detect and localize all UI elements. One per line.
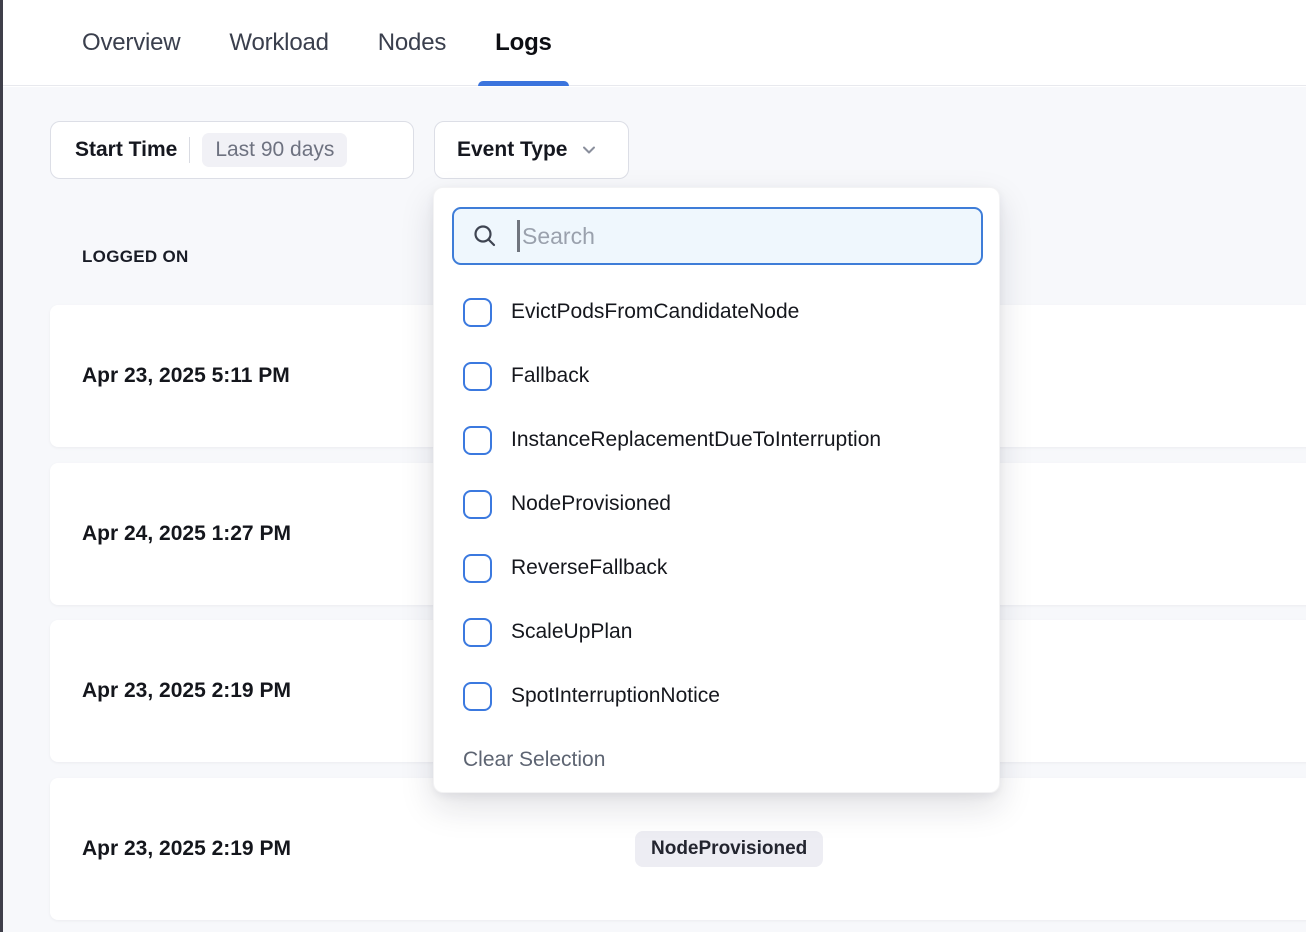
logs-content: Start Time Last 90 days Event Type LOGGE… — [3, 87, 1306, 932]
checkbox[interactable] — [463, 362, 492, 391]
tab-overview-label: Overview — [82, 29, 180, 57]
event-type-badge: NodeProvisioned — [635, 831, 823, 867]
start-time-filter-label: Start Time — [75, 138, 177, 162]
option-label: EvictPodsFromCandidateNode — [511, 300, 799, 324]
start-time-filter[interactable]: Start Time Last 90 days — [50, 121, 414, 179]
event-type-filter-label: Event Type — [457, 138, 567, 162]
event-type-filter[interactable]: Event Type — [434, 121, 629, 179]
search-icon — [471, 222, 499, 250]
logged-on-timestamp: Apr 23, 2025 2:19 PM — [82, 679, 291, 703]
event-type-dropdown: EvictPodsFromCandidateNode Fallback Inst… — [433, 187, 1000, 793]
start-time-filter-value: Last 90 days — [202, 133, 347, 167]
dropdown-option-nodeprovisioned[interactable]: NodeProvisioned — [434, 472, 999, 536]
chevron-down-icon — [579, 140, 599, 160]
column-header-logged-on: LOGGED ON — [82, 247, 189, 267]
tab-logs-label: Logs — [495, 29, 552, 57]
active-tab-indicator — [478, 81, 569, 86]
checkbox[interactable] — [463, 490, 492, 519]
dropdown-option-fallback[interactable]: Fallback — [434, 344, 999, 408]
option-label: SpotInterruptionNotice — [511, 684, 720, 708]
window-edge — [0, 0, 3, 932]
logged-on-timestamp: Apr 24, 2025 1:27 PM — [82, 522, 291, 546]
tab-nodes[interactable]: Nodes — [361, 0, 463, 85]
dropdown-options: EvictPodsFromCandidateNode Fallback Inst… — [434, 280, 999, 728]
tab-workload-label: Workload — [229, 29, 328, 57]
tab-overview[interactable]: Overview — [65, 0, 197, 85]
checkbox[interactable] — [463, 618, 492, 647]
table-row[interactable]: Apr 23, 2025 2:19 PM NodeProvisioned — [50, 778, 1306, 920]
checkbox[interactable] — [463, 554, 492, 583]
tab-workload[interactable]: Workload — [212, 0, 345, 85]
option-label: NodeProvisioned — [511, 492, 671, 516]
dropdown-option-reversefallback[interactable]: ReverseFallback — [434, 536, 999, 600]
option-label: InstanceReplacementDueToInterruption — [511, 428, 881, 452]
option-label: ReverseFallback — [511, 556, 667, 580]
filter-divider — [189, 137, 190, 163]
clear-selection-button[interactable]: Clear Selection — [463, 748, 605, 772]
checkbox[interactable] — [463, 298, 492, 327]
logged-on-timestamp: Apr 23, 2025 5:11 PM — [82, 364, 290, 388]
tab-bar: Overview Workload Nodes Logs — [3, 0, 1306, 86]
checkbox[interactable] — [463, 426, 492, 455]
option-label: Fallback — [511, 364, 589, 388]
logged-on-timestamp: Apr 23, 2025 2:19 PM — [82, 837, 291, 861]
checkbox[interactable] — [463, 682, 492, 711]
dropdown-option-scaleupplan[interactable]: ScaleUpPlan — [434, 600, 999, 664]
dropdown-search-box[interactable] — [452, 207, 983, 265]
dropdown-option-spotinterruptionnotice[interactable]: SpotInterruptionNotice — [434, 664, 999, 728]
tab-nodes-label: Nodes — [378, 29, 446, 57]
option-label: ScaleUpPlan — [511, 620, 632, 644]
dropdown-option-instancereplacementduetointerruption[interactable]: InstanceReplacementDueToInterruption — [434, 408, 999, 472]
dropdown-option-evictpodsfromcandidatenode[interactable]: EvictPodsFromCandidateNode — [434, 280, 999, 344]
search-input[interactable] — [522, 223, 967, 250]
text-caret — [517, 220, 520, 252]
logs-page: Overview Workload Nodes Logs Start Time … — [0, 0, 1306, 932]
tab-logs[interactable]: Logs — [478, 0, 569, 85]
